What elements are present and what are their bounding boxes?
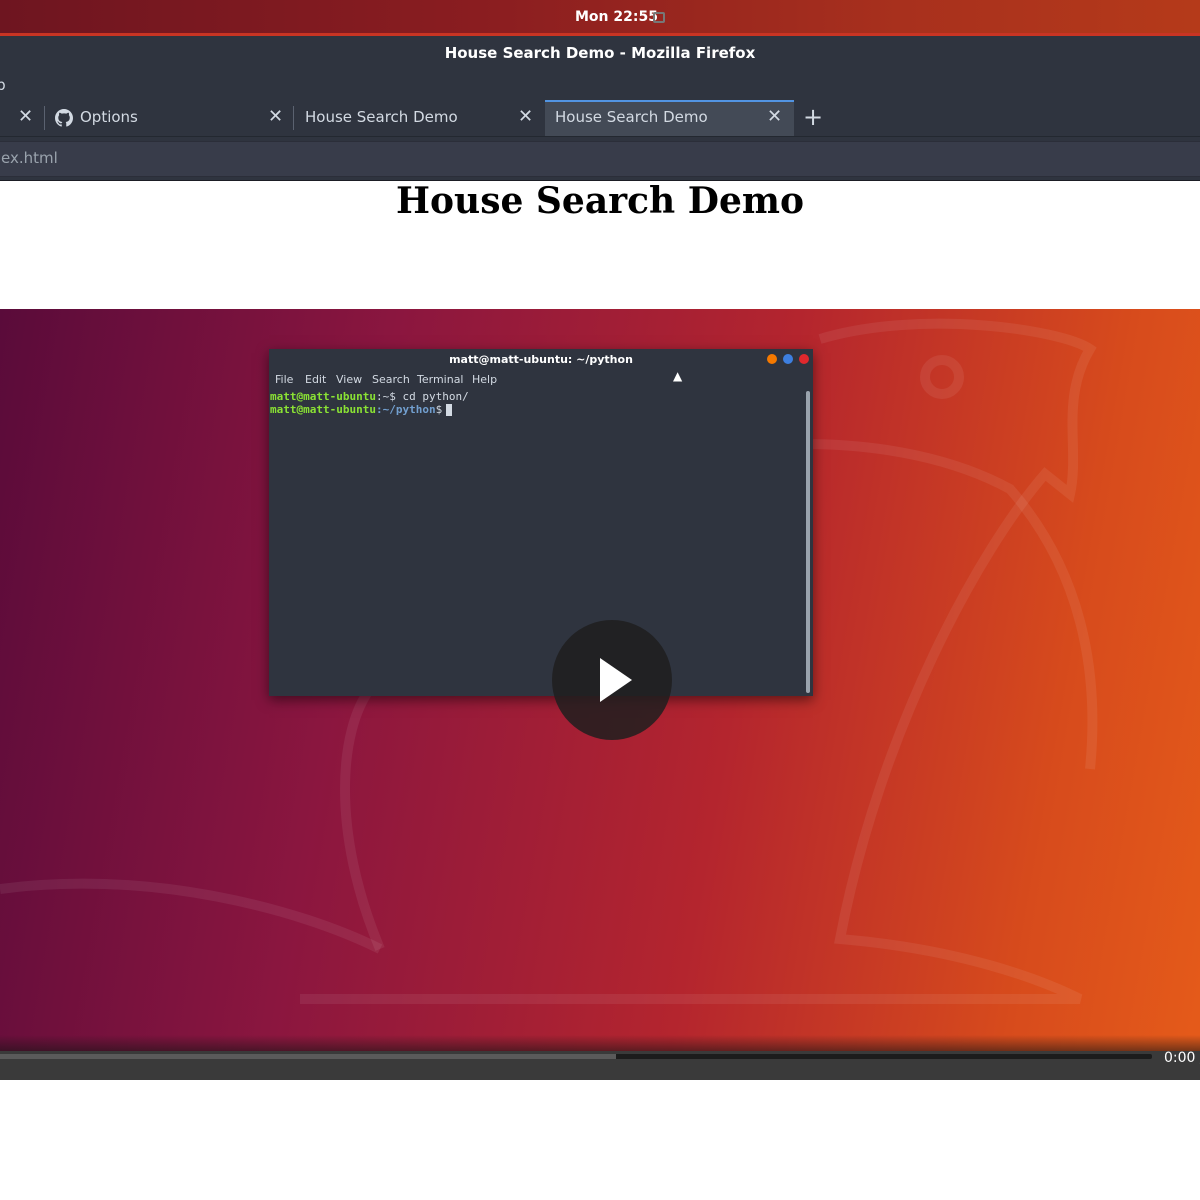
tab-partial[interactable]: ✕ xyxy=(0,100,44,136)
terminal-line: matt@matt-ubuntu:~$ cd python/ xyxy=(270,390,469,403)
menu-item-help[interactable]: lp xyxy=(0,76,6,94)
terminal-menu-search: Search xyxy=(372,373,410,386)
play-button[interactable] xyxy=(552,620,672,740)
page-title: House Search Demo xyxy=(396,180,804,222)
terminal-prompt: $ xyxy=(435,403,443,416)
close-icon xyxy=(799,354,809,364)
terminal-user: matt@matt-ubuntu xyxy=(270,403,376,416)
close-tab-icon[interactable]: ✕ xyxy=(18,106,33,127)
video-time-display: 0:00 / xyxy=(1164,1050,1200,1066)
play-icon xyxy=(600,658,632,702)
terminal-menu-view: View xyxy=(336,373,363,386)
tab-label: House Search Demo xyxy=(555,108,708,126)
terminal-path: :~/python xyxy=(375,403,436,416)
terminal-cursor xyxy=(446,404,453,416)
terminal-window: matt@matt-ubuntu: ~/python ▲ File Edit V… xyxy=(269,349,813,696)
window-titlebar[interactable]: House Search Demo - Mozilla Firefox xyxy=(0,36,1200,70)
tab-options[interactable]: Options ✕ xyxy=(45,100,293,136)
tab-house-search-demo[interactable]: House Search Demo ✕ xyxy=(294,100,544,136)
tab-label: House Search Demo xyxy=(305,108,458,126)
terminal-menu-help: Help xyxy=(472,373,498,386)
maximize-icon xyxy=(783,354,793,364)
terminal-title: matt@matt-ubuntu: ~/python xyxy=(449,353,633,366)
terminal-user: matt@matt-ubuntu xyxy=(270,390,376,403)
terminal-menu-edit: Edit xyxy=(305,373,327,386)
minimize-icon xyxy=(767,354,777,364)
close-tab-icon[interactable]: ✕ xyxy=(518,106,533,127)
menu-bar: lp xyxy=(0,70,1200,100)
terminal-menu-file: File xyxy=(275,373,294,386)
tab-house-search-demo-active[interactable]: House Search Demo ✕ xyxy=(545,100,794,136)
url-bar[interactable]: ex.html xyxy=(0,141,1200,177)
tab-bar: ✕ Options ✕ House Search Demo ✕ House Se… xyxy=(0,100,1200,136)
terminal-command: cd python/ xyxy=(395,390,469,403)
navigation-bar: ex.html xyxy=(0,136,1200,181)
tab-label: Options xyxy=(80,108,138,126)
terminal-menu-terminal: Terminal xyxy=(417,373,464,386)
system-clock[interactable]: Mon 22:55 xyxy=(575,9,658,25)
url-text: ex.html xyxy=(1,149,58,167)
close-tab-icon[interactable]: ✕ xyxy=(767,106,782,127)
github-icon xyxy=(55,109,73,127)
close-tab-icon[interactable]: ✕ xyxy=(268,106,283,127)
notification-icon xyxy=(653,12,665,23)
video-buffer-bar xyxy=(0,1054,616,1059)
window-title: House Search Demo - Mozilla Firefox xyxy=(444,44,756,62)
mouse-pointer-icon: ▲ xyxy=(673,369,683,383)
terminal-path: :~$ xyxy=(375,390,396,403)
video-player[interactable]: matt@matt-ubuntu: ~/python ▲ File Edit V… xyxy=(0,309,1200,1080)
terminal-scrollbar xyxy=(806,391,810,693)
system-top-bar: Mon 22:55 xyxy=(0,0,1200,36)
new-tab-icon[interactable]: + xyxy=(803,103,823,131)
terminal-line: matt@matt-ubuntu:~/python$ xyxy=(270,403,453,416)
